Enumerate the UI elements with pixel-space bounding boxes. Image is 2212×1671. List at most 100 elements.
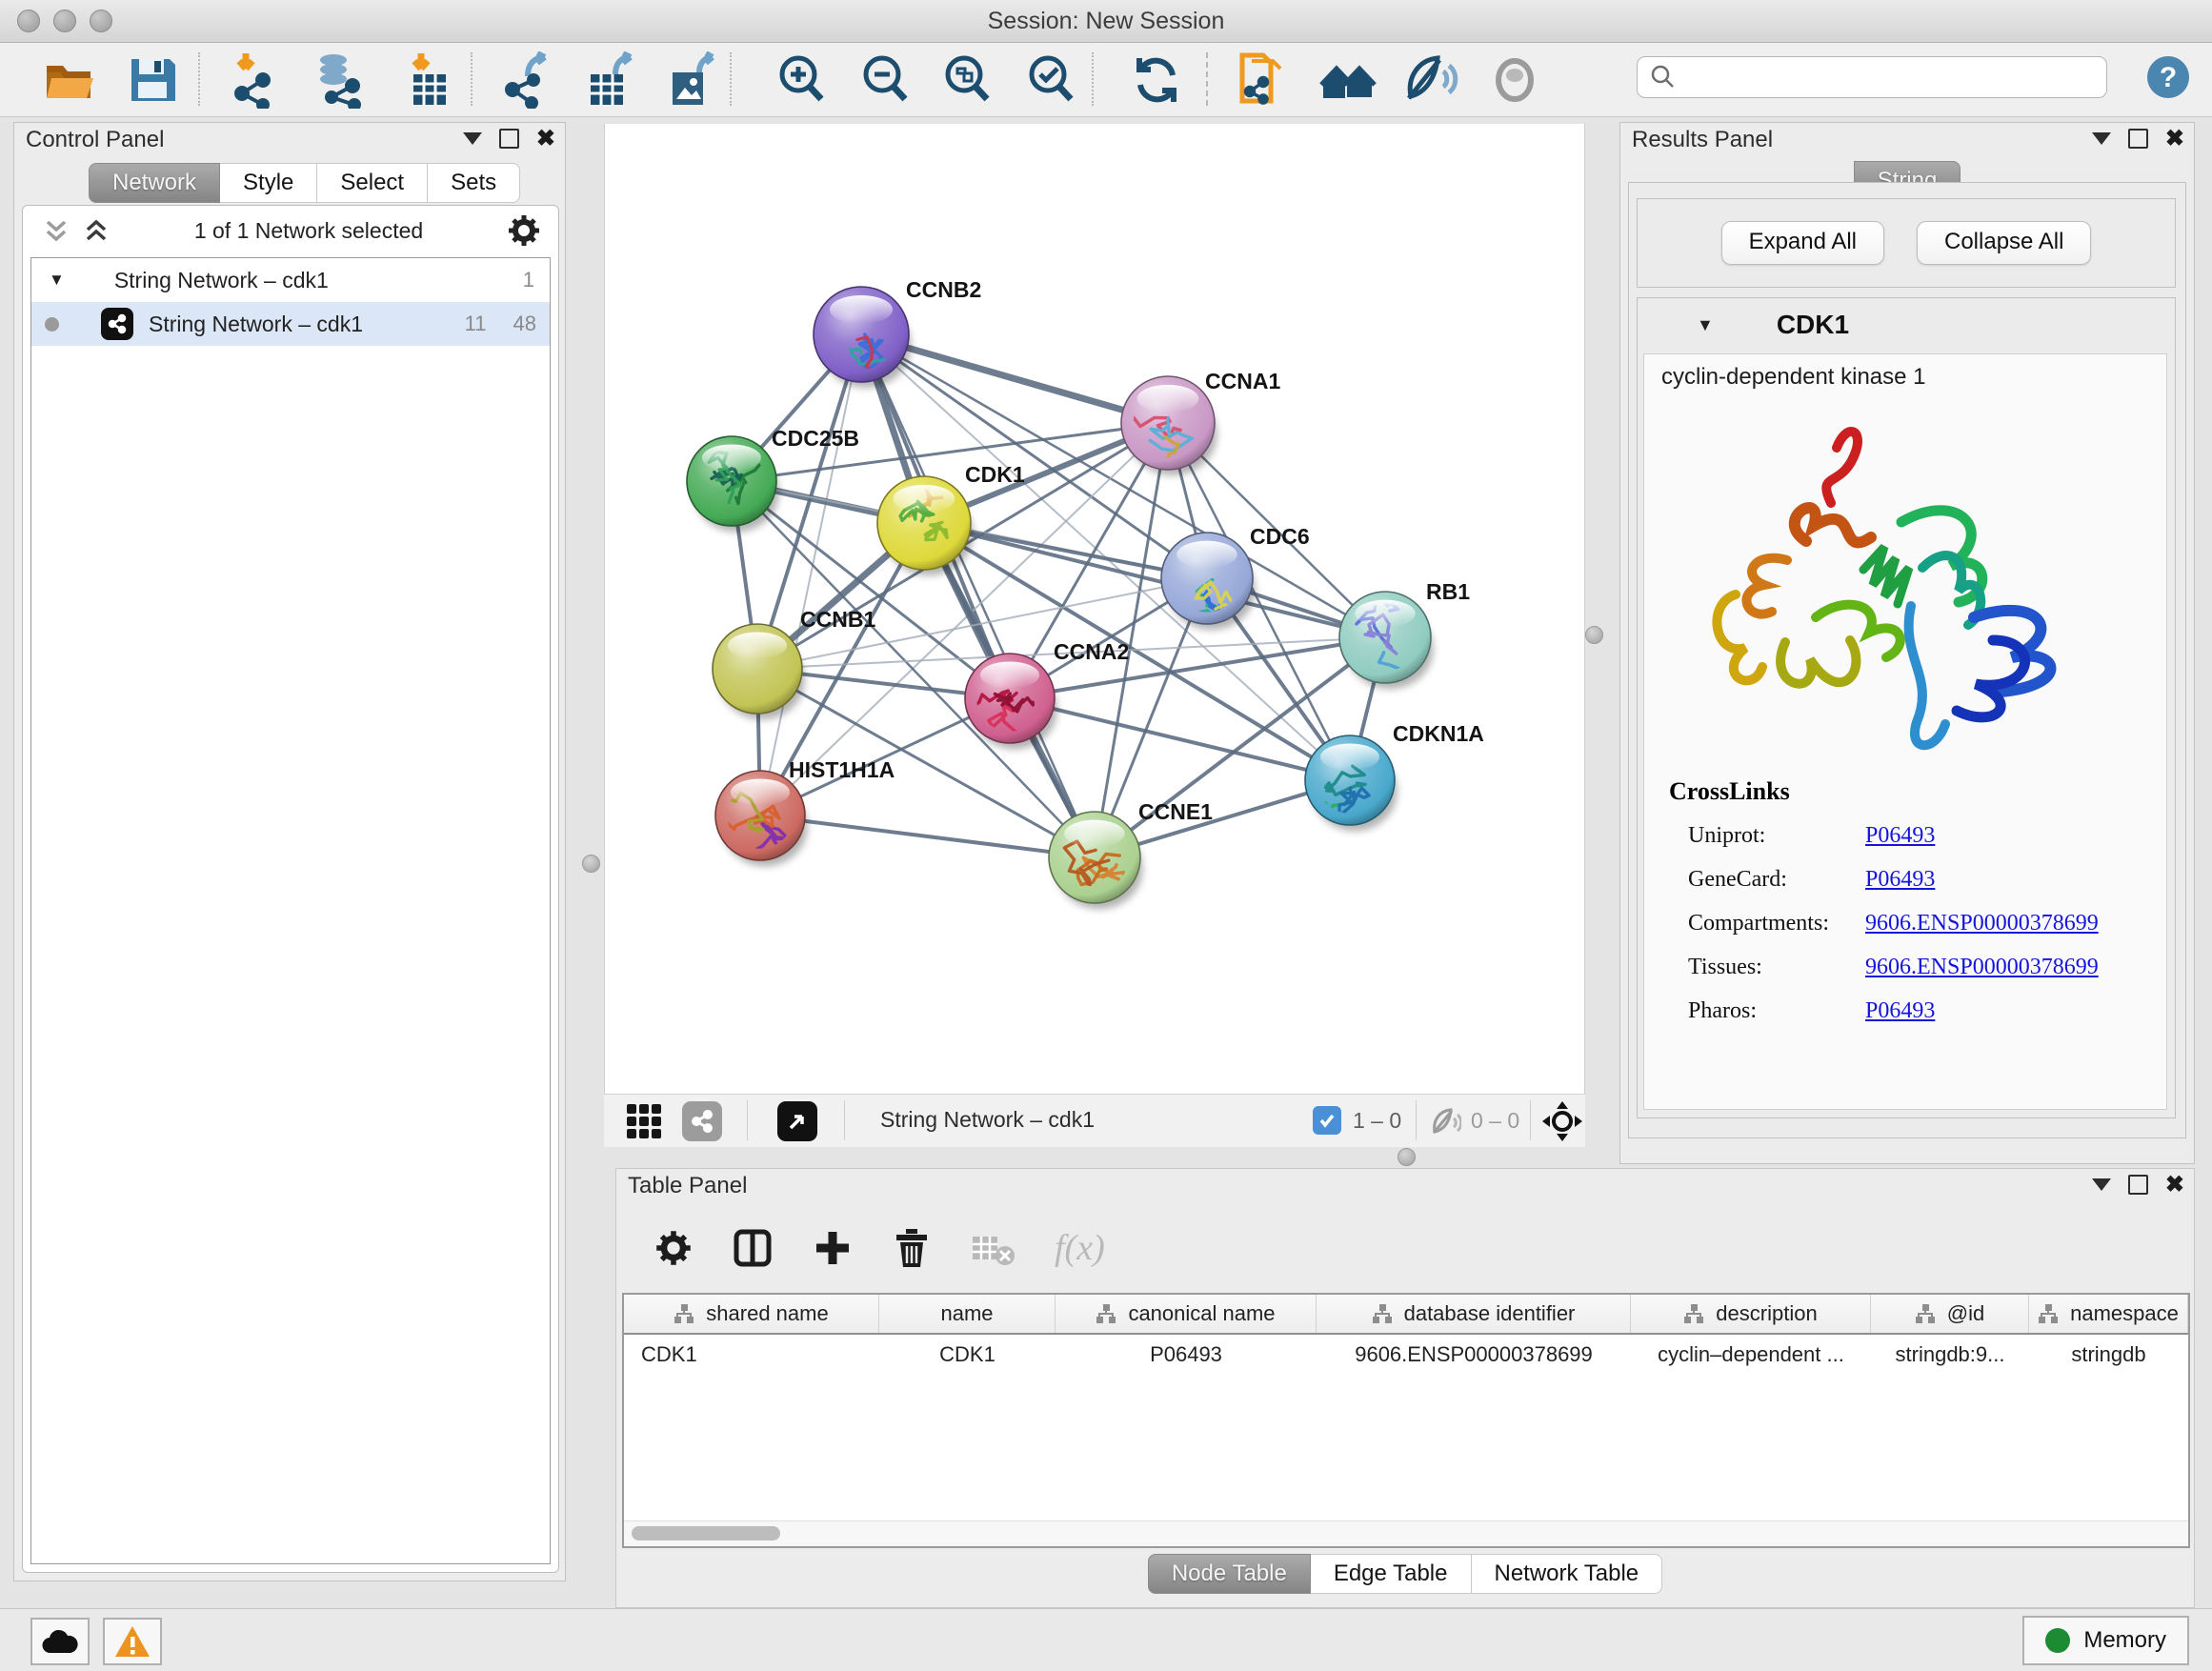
close-panel-icon[interactable]: ✖ bbox=[2165, 130, 2184, 149]
control-panel-tabs: Network Style Select Sets bbox=[89, 163, 520, 203]
expand-all-button[interactable]: Expand All bbox=[1721, 221, 1884, 265]
column-header[interactable]: database identifier bbox=[1317, 1295, 1631, 1333]
open-session-button[interactable] bbox=[38, 52, 99, 108]
grid-view-icon[interactable] bbox=[625, 1102, 663, 1145]
close-panel-icon[interactable]: ✖ bbox=[2165, 1176, 2184, 1195]
node-CCNA2 bbox=[965, 654, 1057, 749]
crosslink-tissues-link[interactable]: 9606.ENSP00000378699 bbox=[1865, 955, 2099, 980]
tab-edge-table[interactable]: Edge Table bbox=[1311, 1554, 1472, 1594]
tab-network-table[interactable]: Network Table bbox=[1472, 1554, 1663, 1594]
tab-select[interactable]: Select bbox=[317, 163, 428, 203]
export-table-to-file-button[interactable] bbox=[581, 52, 642, 108]
export-network-to-file-button[interactable] bbox=[499, 52, 560, 108]
hidden-eye-icon[interactable] bbox=[1429, 1107, 1461, 1140]
cell-database-identifier[interactable]: 9606.ENSP00000378699 bbox=[1317, 1335, 1631, 1375]
crosslink-genecard-link[interactable]: P06493 bbox=[1865, 867, 1935, 893]
show-all-eye-button[interactable] bbox=[1484, 52, 1545, 108]
tab-network[interactable]: Network bbox=[89, 163, 220, 203]
close-panel-icon[interactable]: ✖ bbox=[536, 130, 555, 149]
column-header[interactable]: @id bbox=[1871, 1295, 2029, 1333]
create-column-plus-icon[interactable] bbox=[813, 1228, 853, 1268]
crosslink-compartments-link[interactable]: 9606.ENSP00000378699 bbox=[1865, 911, 2099, 936]
detach-view-icon[interactable] bbox=[777, 1101, 817, 1141]
memory-button[interactable]: Memory bbox=[2022, 1616, 2189, 1665]
refresh-button[interactable] bbox=[1126, 52, 1187, 108]
gene-description: cyclin-dependent kinase 1 bbox=[1661, 364, 1926, 391]
control-panel-title: Control Panel bbox=[26, 127, 164, 153]
title-bar: Session: New Session bbox=[0, 0, 2212, 43]
import-network-from-database-button[interactable] bbox=[311, 52, 372, 108]
cell-shared-name[interactable]: CDK1 bbox=[624, 1335, 879, 1375]
selected-checkbox-icon[interactable] bbox=[1313, 1106, 1341, 1135]
function-builder-icon: f(x) bbox=[1055, 1227, 1105, 1269]
node-label-HIST1H1A: HIST1H1A bbox=[789, 757, 895, 782]
import-table-from-file-button[interactable] bbox=[398, 52, 459, 108]
column-header[interactable]: namespace bbox=[2029, 1295, 2188, 1333]
node-CCNB2 bbox=[814, 287, 912, 398]
collapse-panel-icon[interactable] bbox=[2092, 132, 2111, 145]
zoom-out-button[interactable] bbox=[855, 52, 916, 108]
right-splitter-handle[interactable] bbox=[1585, 626, 1603, 644]
collection-count: 1 bbox=[523, 268, 534, 292]
crosslink-row: GeneCard: P06493 bbox=[1644, 857, 2166, 901]
import-string-network-button[interactable] bbox=[1231, 52, 1292, 108]
search-input[interactable] bbox=[1637, 56, 2107, 98]
network-row-selected[interactable]: String Network – cdk1 11 48 bbox=[31, 302, 550, 346]
left-splitter-handle[interactable] bbox=[582, 855, 600, 873]
node-label-CDC6: CDC6 bbox=[1250, 524, 1310, 549]
network-options-gear-icon[interactable] bbox=[507, 213, 541, 248]
table-row[interactable]: CDK1 CDK1 P06493 9606.ENSP00000378699 cy… bbox=[624, 1335, 2188, 1375]
toolbar-separator bbox=[1092, 52, 1094, 106]
cell-canonical-name[interactable]: P06493 bbox=[1056, 1335, 1317, 1375]
float-panel-icon[interactable] bbox=[499, 129, 519, 149]
save-session-button[interactable] bbox=[122, 52, 183, 108]
toolbar-separator bbox=[730, 52, 732, 106]
collection-expanded-icon[interactable]: ▼ bbox=[49, 271, 65, 290]
tab-style[interactable]: Style bbox=[220, 163, 317, 203]
collapse-all-button[interactable]: Collapse All bbox=[1917, 221, 2091, 265]
crosslink-pharos-link[interactable]: P06493 bbox=[1865, 998, 1935, 1024]
network-collection-row[interactable]: ▼ String Network – cdk1 1 bbox=[31, 258, 550, 302]
network-canvas[interactable]: CCNB2CCNA1CDC25BCDK1CDC6RB1CCNB1CCNA2CDK… bbox=[604, 124, 1585, 1094]
network-tree: ▼ String Network – cdk1 1 String Network… bbox=[30, 257, 551, 1564]
table-options-gear-icon[interactable] bbox=[654, 1229, 693, 1267]
collapse-all-networks-icon[interactable] bbox=[82, 216, 111, 245]
horizontal-scrollbar[interactable] bbox=[624, 1520, 2188, 1546]
cell-description[interactable]: cyclin–dependent ... bbox=[1631, 1335, 1871, 1375]
warnings-button[interactable] bbox=[103, 1618, 162, 1665]
column-header[interactable]: shared name bbox=[624, 1295, 879, 1333]
cloud-button[interactable] bbox=[30, 1618, 90, 1665]
cell-name[interactable]: CDK1 bbox=[879, 1335, 1056, 1375]
cell-namespace[interactable]: stringdb bbox=[2029, 1335, 2188, 1375]
hide-unselected-eye-button[interactable] bbox=[1400, 52, 1461, 108]
expand-all-networks-icon[interactable] bbox=[42, 216, 70, 245]
delete-column-trash-icon[interactable] bbox=[893, 1227, 931, 1269]
crosslink-uniprot-link[interactable]: P06493 bbox=[1865, 823, 1935, 849]
crosslink-row: Uniprot: P06493 bbox=[1644, 814, 2166, 857]
help-button[interactable]: ? bbox=[2145, 54, 2191, 105]
cell-id[interactable]: stringdb:9... bbox=[1871, 1335, 2029, 1375]
memory-label: Memory bbox=[2083, 1627, 2166, 1654]
column-header[interactable]: description bbox=[1631, 1295, 1871, 1333]
tab-node-table[interactable]: Node Table bbox=[1148, 1554, 1311, 1594]
collapse-panel-icon[interactable] bbox=[2092, 1178, 2111, 1191]
expand-collapse-box: Expand All Collapse All bbox=[1637, 198, 2176, 288]
zoom-in-button[interactable] bbox=[772, 52, 833, 108]
scrollbar-thumb[interactable] bbox=[632, 1526, 780, 1540]
pan-crosshair-icon[interactable] bbox=[1541, 1100, 1583, 1147]
show-columns-icon[interactable] bbox=[733, 1228, 773, 1268]
float-panel-icon[interactable] bbox=[2128, 1175, 2148, 1195]
float-panel-icon[interactable] bbox=[2128, 129, 2148, 149]
network-view-icon[interactable] bbox=[682, 1101, 722, 1141]
zoom-fit-button[interactable] bbox=[937, 52, 998, 108]
export-image-button[interactable] bbox=[663, 52, 724, 108]
column-header[interactable]: name bbox=[879, 1295, 1056, 1333]
bottom-splitter-handle[interactable] bbox=[1398, 1148, 1416, 1166]
gene-section-expanded-icon[interactable]: ▼ bbox=[1697, 315, 1714, 335]
column-header[interactable]: canonical name bbox=[1056, 1295, 1317, 1333]
collapse-panel-icon[interactable] bbox=[463, 132, 482, 145]
tab-sets[interactable]: Sets bbox=[428, 163, 520, 203]
zoom-selected-button[interactable] bbox=[1021, 52, 1082, 108]
import-network-from-file-button[interactable] bbox=[227, 52, 288, 108]
string-home-button[interactable] bbox=[1318, 52, 1379, 108]
